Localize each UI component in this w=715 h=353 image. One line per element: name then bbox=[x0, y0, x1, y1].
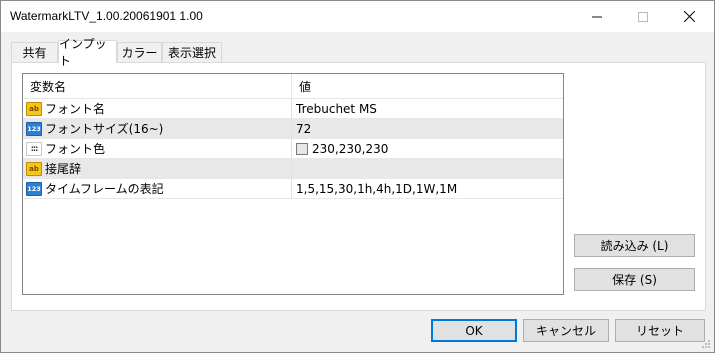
resize-grip-icon[interactable] bbox=[701, 339, 711, 349]
cancel-button[interactable]: キャンセル bbox=[523, 319, 609, 342]
save-button[interactable]: 保存 (S) bbox=[574, 268, 695, 291]
row-value[interactable]: 72 bbox=[296, 122, 311, 136]
table-row[interactable]: 123 フォントサイズ(16~) 72 bbox=[23, 119, 563, 139]
ok-button[interactable]: OK bbox=[431, 319, 517, 342]
row-value[interactable]: 230,230,230 bbox=[312, 142, 388, 156]
minimize-button[interactable] bbox=[574, 1, 620, 32]
title-bar[interactable]: WatermarkLTV_1.00.20061901 1.00 bbox=[1, 1, 714, 32]
parameters-grid: 変数名 値 ab フォント名 Trebuchet MS 123 フォントサイズ(… bbox=[22, 73, 564, 295]
close-icon bbox=[683, 11, 695, 22]
grid-header: 変数名 値 bbox=[23, 74, 563, 99]
maximize-button[interactable] bbox=[620, 1, 666, 32]
color-icon: ::: bbox=[26, 141, 42, 156]
row-name: タイムフレームの表記 bbox=[45, 182, 164, 196]
number-icon: 123 bbox=[26, 181, 42, 196]
header-value[interactable]: 値 bbox=[292, 74, 563, 99]
table-row[interactable]: ab 接尾辞 bbox=[23, 159, 563, 179]
row-name: 接尾辞 bbox=[45, 162, 82, 176]
ab-icon: ab bbox=[26, 101, 42, 116]
row-name: フォントサイズ(16~) bbox=[45, 122, 164, 136]
row-name: フォント色 bbox=[45, 142, 106, 156]
maximize-icon bbox=[638, 11, 648, 22]
table-row[interactable]: ::: フォント色 230,230,230 bbox=[23, 139, 563, 159]
tab-inputs[interactable]: インプット bbox=[58, 37, 117, 68]
window-title: WatermarkLTV_1.00.20061901 1.00 bbox=[10, 9, 203, 23]
row-name: フォント名 bbox=[45, 102, 106, 116]
table-row[interactable]: 123 タイムフレームの表記 1,5,15,30,1h,4h,1D,1W,1M bbox=[23, 179, 563, 199]
color-swatch[interactable] bbox=[296, 142, 308, 155]
row-value[interactable]: 1,5,15,30,1h,4h,1D,1W,1M bbox=[296, 182, 457, 196]
table-row[interactable]: ab フォント名 Trebuchet MS bbox=[23, 99, 563, 119]
tab-common[interactable]: 共有 bbox=[11, 42, 58, 62]
number-icon: 123 bbox=[26, 121, 42, 136]
load-button[interactable]: 読み込み (L) bbox=[574, 234, 695, 257]
header-variable[interactable]: 変数名 bbox=[23, 74, 292, 99]
tab-colors[interactable]: カラー bbox=[117, 42, 162, 62]
ab-icon: ab bbox=[26, 161, 42, 176]
dialog-window: WatermarkLTV_1.00.20061901 1.00 共有 インプット… bbox=[0, 0, 715, 353]
row-value[interactable]: Trebuchet MS bbox=[296, 102, 377, 116]
reset-button[interactable]: リセット bbox=[615, 319, 705, 342]
tab-visualization[interactable]: 表示選択 bbox=[162, 42, 222, 62]
minimize-icon bbox=[592, 16, 602, 17]
close-button[interactable] bbox=[666, 1, 712, 32]
